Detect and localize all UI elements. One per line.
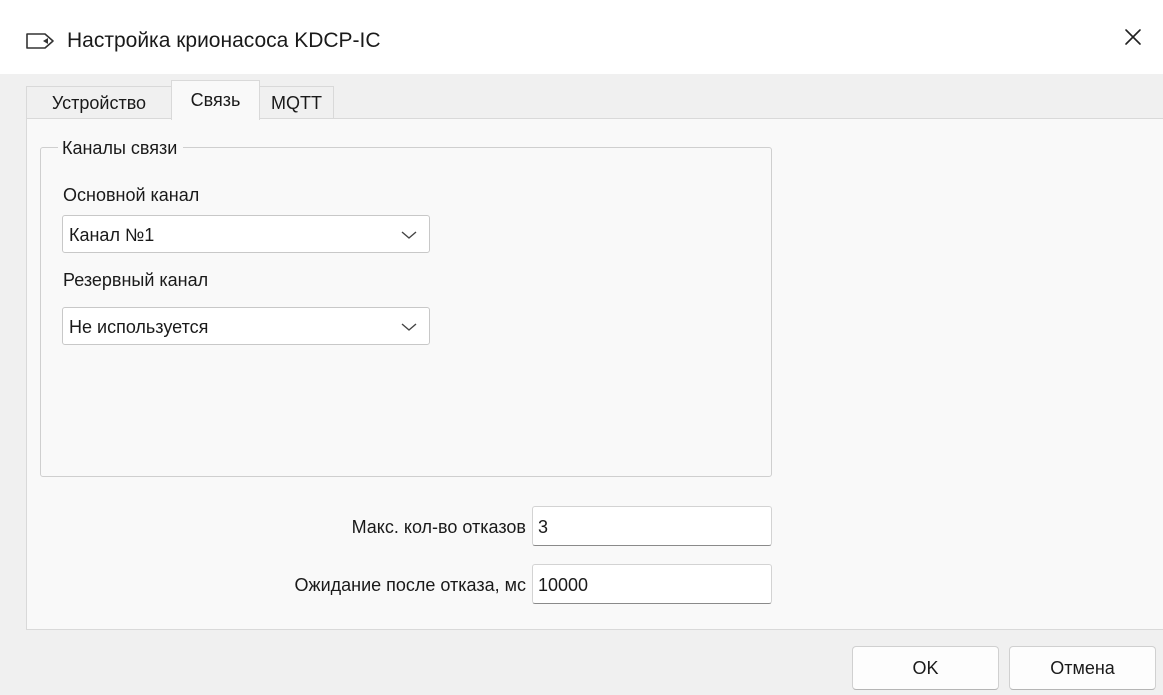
cancel-button[interactable]: Отмена bbox=[1009, 646, 1156, 690]
primary-channel-label: Основной канал bbox=[63, 185, 200, 205]
title-bar: Настройка крионасоса KDCP-IC bbox=[0, 0, 1163, 74]
primary-channel-value: Канал №1 bbox=[69, 225, 155, 245]
backup-channel-select[interactable]: Не используется bbox=[62, 307, 430, 345]
backup-channel-label: Резервный канал bbox=[63, 270, 209, 290]
chevron-down-icon bbox=[401, 230, 417, 240]
chevron-down-icon bbox=[401, 322, 417, 332]
backup-channel-value: Не используется bbox=[69, 317, 209, 337]
tab-device[interactable]: Устройство bbox=[26, 86, 172, 119]
max-failures-input[interactable]: 3 bbox=[532, 506, 772, 546]
wait-after-failure-value: 10000 bbox=[538, 575, 589, 595]
tab-mqtt[interactable]: MQTT bbox=[259, 86, 334, 119]
close-button[interactable] bbox=[1103, 0, 1163, 74]
max-failures-value: 3 bbox=[538, 517, 549, 537]
primary-channel-select[interactable]: Канал №1 bbox=[62, 215, 430, 253]
tab-connection[interactable]: Связь bbox=[171, 80, 260, 120]
window-title: Настройка крионасоса KDCP-IC bbox=[67, 29, 381, 52]
wait-after-failure-label: Ожидание после отказа, мс bbox=[294, 575, 526, 595]
ok-button[interactable]: OK bbox=[852, 646, 999, 690]
wait-after-failure-input[interactable]: 10000 bbox=[532, 564, 772, 604]
close-icon bbox=[1123, 27, 1143, 47]
max-failures-label: Макс. кол-во отказов bbox=[351, 517, 526, 537]
groupbox-title: Каналы связи bbox=[58, 137, 184, 159]
tag-icon bbox=[24, 29, 58, 53]
settings-dialog: Настройка крионасоса KDCP-IC Устройство … bbox=[0, 0, 1163, 695]
